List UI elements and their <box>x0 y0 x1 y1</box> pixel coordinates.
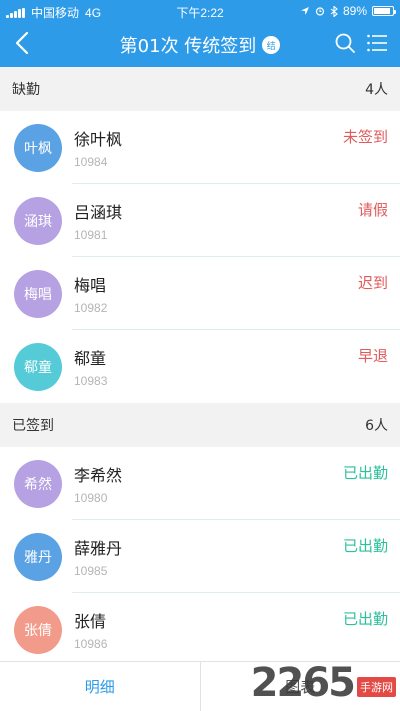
student-name: 吕涵琪 <box>74 203 123 222</box>
attendance-status: 已出勤 <box>342 464 388 482</box>
section-rows: 希然 李希然 10980 已出勤 雅丹 薛雅丹 10985 已出勤 张倩 张倩 10986 已出勤 <box>0 447 400 666</box>
attendance-status: 已出勤 <box>342 610 388 628</box>
watermark-number: 2265 <box>250 660 356 706</box>
battery-percent: 89% <box>342 4 367 18</box>
avatar: 郗童 <box>14 343 62 391</box>
watermark-logo: 2265 手游网 <box>251 663 396 703</box>
attendance-status: 未签到 <box>342 128 388 146</box>
student-row[interactable]: 希然 李希然 10980 已出勤 <box>0 447 400 520</box>
attendance-list: 缺勤 4人叶枫 徐叶枫 10984 未签到涵琪 吕涵琪 10981 请假梅唱 梅唱 10982 迟到… <box>0 67 400 666</box>
student-name: 郗童 <box>74 349 107 368</box>
battery-icon <box>372 6 396 16</box>
alarm-icon <box>315 7 325 16</box>
section-header: 缺勤 4人 <box>0 67 400 111</box>
avatar: 梅唱 <box>14 270 62 318</box>
ended-badge: 结 <box>262 36 281 54</box>
navbar: 第01次 传统签到 结 <box>0 22 400 67</box>
header: 中国移动 4G 下午2:22 89% 第01次 传统签到 结 <box>0 0 400 67</box>
student-name: 张倩 <box>74 612 107 631</box>
student-row[interactable]: 叶枫 徐叶枫 10984 未签到 <box>0 111 400 184</box>
student-row[interactable]: 郗童 郗童 10983 早退 <box>0 330 400 403</box>
page-title: 第01次 传统签到 <box>119 36 257 57</box>
avatar: 雅丹 <box>14 533 62 581</box>
section-count: 6人 <box>365 418 388 434</box>
avatar: 涵琪 <box>14 197 62 245</box>
attendance-status: 请假 <box>357 201 388 219</box>
student-id: 10984 <box>74 155 108 169</box>
attendance-status: 早退 <box>357 347 388 365</box>
avatar: 张倩 <box>14 606 62 654</box>
section-title: 已签到 <box>12 418 54 434</box>
avatar: 希然 <box>14 460 62 508</box>
student-id: 10981 <box>74 228 108 242</box>
avatar: 叶枫 <box>14 124 62 172</box>
student-row[interactable]: 梅唱 梅唱 10982 迟到 <box>0 257 400 330</box>
student-id: 10982 <box>74 301 108 315</box>
attendance-status: 迟到 <box>357 274 388 292</box>
student-id: 10980 <box>74 491 108 505</box>
attendance-status: 已出勤 <box>342 537 388 555</box>
student-row[interactable]: 张倩 张倩 10986 已出勤 <box>0 593 400 666</box>
student-name: 徐叶枫 <box>74 130 123 149</box>
status-bar: 中国移动 4G 下午2:22 89% <box>0 0 400 22</box>
student-row[interactable]: 雅丹 薛雅丹 10985 已出勤 <box>0 520 400 593</box>
section-count: 4人 <box>365 82 388 98</box>
student-id: 10985 <box>74 564 108 578</box>
section-rows: 叶枫 徐叶枫 10984 未签到涵琪 吕涵琪 10981 请假梅唱 梅唱 10982 迟到郗童 郗童… <box>0 111 400 403</box>
tab-detail[interactable]: 明细 <box>0 662 200 711</box>
search-icon[interactable] <box>334 32 356 54</box>
bluetooth-icon <box>330 5 338 17</box>
student-name: 梅唱 <box>74 276 107 295</box>
location-icon <box>300 7 309 15</box>
list-icon[interactable] <box>366 32 388 54</box>
student-row[interactable]: 涵琪 吕涵琪 10981 请假 <box>0 184 400 257</box>
section-header: 已签到 6人 <box>0 403 400 447</box>
watermark-text: 手游网 <box>357 677 396 697</box>
student-id: 10986 <box>74 637 108 651</box>
student-id: 10983 <box>74 374 108 388</box>
student-name: 李希然 <box>74 466 123 485</box>
section-title: 缺勤 <box>12 82 40 98</box>
student-name: 薛雅丹 <box>74 539 123 558</box>
